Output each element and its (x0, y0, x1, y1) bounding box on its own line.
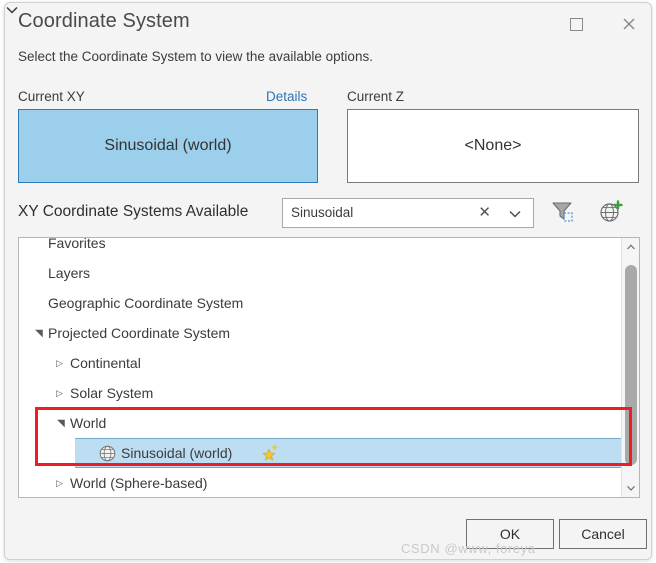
title-bar: Coordinate System (5, 3, 651, 47)
tree-scrollbar[interactable] (621, 238, 639, 497)
tree-item[interactable]: Favorites (19, 237, 622, 258)
current-z-value: <None> (464, 137, 522, 154)
scroll-down-chevron-down-icon[interactable] (622, 479, 639, 497)
tree-item[interactable]: Solar System (19, 378, 622, 408)
favorite-star-icon[interactable] (262, 444, 280, 462)
window-title: Coordinate System (18, 10, 190, 32)
watermark: CSDN @www, foreya (401, 541, 536, 556)
current-xy-label: Current XY (18, 89, 85, 104)
tree-item-label: Solar System (70, 385, 154, 401)
maximize-button[interactable] (559, 9, 593, 39)
tree-twisty-expanded-icon[interactable] (53, 418, 66, 429)
globe-icon (99, 445, 116, 462)
tree-item-label: Layers (48, 265, 91, 281)
cancel-button[interactable]: Cancel (559, 519, 647, 549)
current-z-value-box[interactable]: <None> (347, 109, 639, 183)
tree-item[interactable]: World (Sphere-based) (19, 468, 622, 497)
search-input[interactable]: Sinusoidal ✕ (282, 198, 534, 228)
tree-item[interactable]: Continental (19, 348, 622, 378)
tree-item-label: Continental (70, 355, 141, 371)
available-systems-label: XY Coordinate Systems Available (18, 203, 249, 220)
tree-twisty-expanded-icon[interactable] (31, 328, 44, 339)
search-dropdown-chevron-down-icon[interactable] (508, 207, 522, 221)
tree-item-label: World (70, 415, 107, 431)
tree-rows-container: Favorites Layers Geographic Coordinate Sys… (19, 237, 622, 497)
current-xy-value-box[interactable]: Sinusoidal (world) (18, 109, 318, 183)
tree-item-selected[interactable]: Sinusoidal (world) (75, 438, 622, 468)
tree-item[interactable]: Projected Coordinate System (19, 318, 622, 348)
tree-twisty-collapsed-icon[interactable] (53, 358, 66, 369)
tree-item-label: Sinusoidal (world) (121, 445, 233, 461)
maximize-icon (569, 17, 583, 31)
tree-twisty-collapsed-icon[interactable] (53, 478, 66, 489)
tree-twisty-collapsed-icon[interactable] (53, 388, 66, 399)
globe-add-icon[interactable] (597, 198, 625, 226)
clear-search-icon[interactable]: ✕ (478, 204, 491, 222)
tree-item-label: Geographic Coordinate System (48, 295, 244, 311)
current-xy-value: Sinusoidal (world) (104, 137, 232, 154)
coordinate-system-dialog: Coordinate System Select the Coordinate … (4, 2, 652, 560)
search-input-value: Sinusoidal (291, 205, 354, 220)
tree-item-label: World (Sphere-based) (70, 475, 208, 491)
current-z-label: Current Z (347, 89, 405, 104)
filter-icon[interactable] (550, 199, 576, 225)
close-button[interactable] (612, 9, 646, 39)
coordinate-systems-tree: Favorites Layers Geographic Coordinate Sys… (18, 237, 640, 498)
details-link[interactable]: Details (266, 89, 307, 104)
tree-item-label: Favorites (48, 237, 106, 251)
close-icon (623, 18, 635, 30)
tree-item[interactable]: World (19, 408, 622, 438)
scrollbar-thumb[interactable] (625, 265, 637, 465)
tree-item[interactable]: Layers (19, 258, 622, 288)
tree-item[interactable]: Geographic Coordinate System (19, 288, 622, 318)
instruction-text: Select the Coordinate System to view the… (18, 49, 373, 64)
scroll-up-chevron-up-icon[interactable] (622, 238, 639, 256)
tree-item-label: Projected Coordinate System (48, 325, 231, 341)
